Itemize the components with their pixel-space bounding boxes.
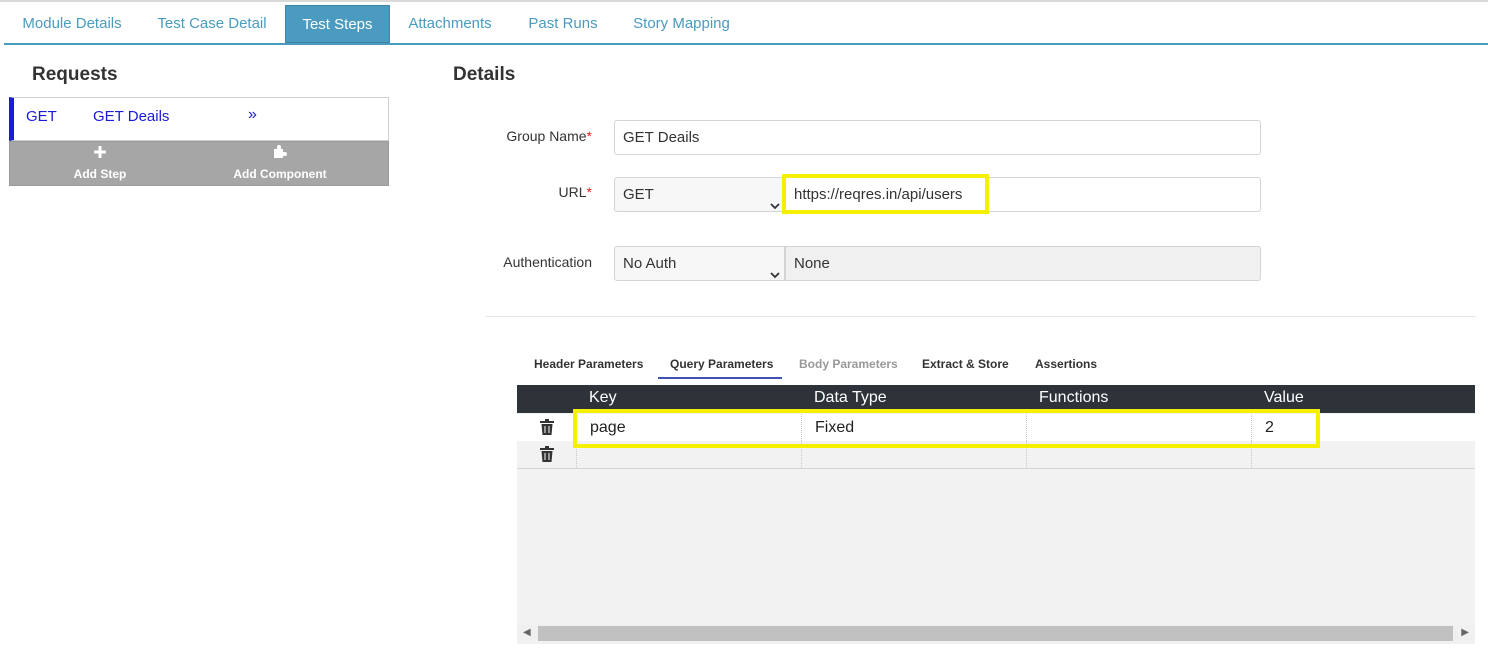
url-input[interactable]: https://reqres.in/api/users [785, 177, 1261, 212]
cell-value[interactable] [1251, 441, 1475, 468]
url-label: URL* [480, 184, 592, 200]
add-step-label: Add Step [73, 167, 127, 181]
http-method-value: GET [623, 186, 654, 203]
add-component-button[interactable]: Add Component [220, 144, 340, 181]
cell-functions[interactable] [1026, 441, 1251, 468]
tab-past-runs[interactable]: Past Runs [513, 5, 613, 43]
cell-data-type[interactable]: Fixed [801, 414, 1026, 441]
section-divider [486, 316, 1476, 317]
auth-value-field: None [785, 246, 1261, 281]
column-header-functions[interactable]: Functions [1039, 389, 1108, 407]
cell-key[interactable]: page [576, 414, 801, 441]
column-header-value[interactable]: Value [1264, 389, 1304, 407]
request-actions-bar: Add Step Add Component [9, 141, 389, 186]
required-mark: * [586, 184, 592, 200]
tab-test-case-detail[interactable]: Test Case Detail [144, 5, 280, 43]
plus-icon [50, 144, 150, 162]
url-label-text: URL [558, 184, 587, 200]
delete-row-icon[interactable] [540, 419, 554, 435]
subtab-assertions[interactable]: Assertions [1035, 357, 1097, 371]
requests-title: Requests [32, 64, 118, 85]
authentication-label: Authentication [503, 254, 592, 270]
request-method: GET [26, 108, 57, 125]
delete-row-icon[interactable] [540, 446, 554, 462]
group-name-input[interactable]: GET Deails [614, 120, 1261, 155]
active-subtab-indicator [658, 377, 782, 379]
scrollbar-thumb[interactable] [538, 626, 1453, 641]
puzzle-icon [220, 144, 340, 162]
column-header-key[interactable]: Key [589, 389, 617, 407]
subtab-query-parameters[interactable]: Query Parameters [670, 357, 773, 371]
subtab-body-parameters[interactable]: Body Parameters [799, 357, 898, 371]
tab-story-mapping[interactable]: Story Mapping [621, 5, 742, 43]
horizontal-scrollbar[interactable]: ◀ ▶ [517, 625, 1475, 642]
expand-arrow-icon[interactable]: » [248, 106, 257, 124]
details-title: Details [453, 64, 516, 85]
cell-key[interactable] [576, 441, 801, 468]
group-name-label: Group Name* [480, 128, 592, 144]
add-step-button[interactable]: Add Step [50, 144, 150, 181]
main-tabbar: Module Details Test Case Detail Test Ste… [4, 4, 1488, 45]
subtab-extract-store[interactable]: Extract & Store [922, 357, 1009, 371]
add-component-label: Add Component [233, 167, 327, 181]
required-mark: * [586, 128, 592, 144]
subtab-header-parameters[interactable]: Header Parameters [534, 357, 643, 371]
auth-type-select[interactable]: No Auth [614, 246, 785, 281]
top-border [0, 0, 1488, 2]
chevron-down-icon [770, 190, 780, 210]
chevron-down-icon [770, 259, 780, 279]
table-row [517, 441, 1475, 469]
request-name: GET Deails [93, 108, 170, 125]
tab-module-details[interactable]: Module Details [4, 5, 140, 43]
table-row: page Fixed 2 [517, 414, 1475, 442]
query-parameters-grid: Key Data Type Functions Value page Fixed… [517, 385, 1475, 644]
group-name-label-text: Group Name [506, 128, 587, 144]
tab-attachments[interactable]: Attachments [394, 5, 506, 43]
cell-value[interactable]: 2 [1251, 414, 1475, 441]
auth-type-value: No Auth [623, 255, 677, 272]
cell-data-type[interactable] [801, 441, 1026, 468]
scroll-right-icon[interactable]: ▶ [1461, 627, 1469, 638]
request-item[interactable]: GET GET Deails » [9, 97, 389, 141]
http-method-select[interactable]: GET [614, 177, 785, 212]
grid-header: Key Data Type Functions Value [517, 385, 1475, 413]
scroll-left-icon[interactable]: ◀ [523, 627, 531, 638]
tab-test-steps[interactable]: Test Steps [285, 5, 390, 43]
column-header-data-type[interactable]: Data Type [814, 389, 887, 407]
cell-functions[interactable] [1026, 414, 1251, 441]
